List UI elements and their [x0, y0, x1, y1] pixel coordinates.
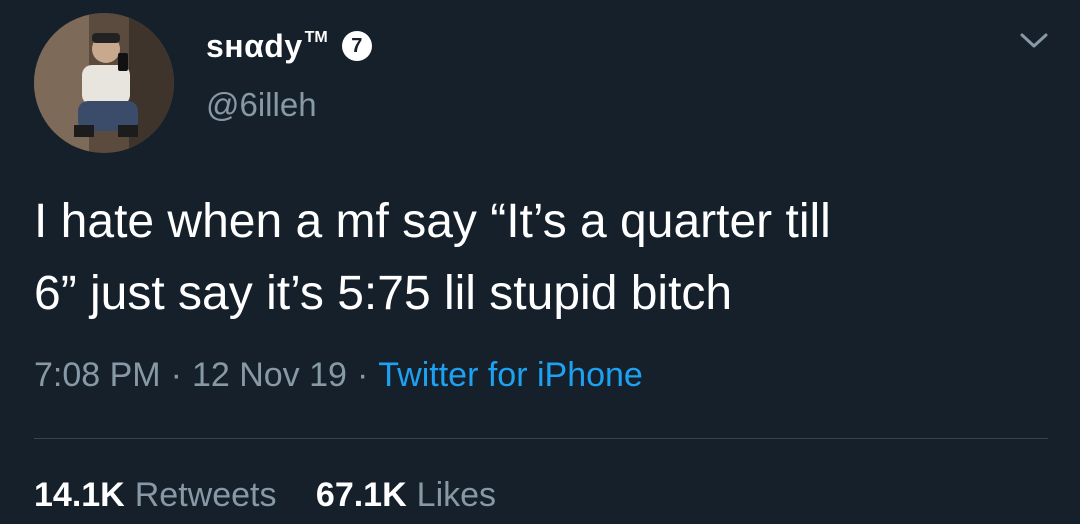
retweets-count: 14.1K — [34, 476, 125, 514]
tweet-date[interactable]: 12 Nov 19 — [192, 356, 347, 394]
retweets-stat[interactable]: 14.1K Retweets — [34, 476, 276, 515]
meta-separator: · — [356, 356, 369, 394]
likes-stat[interactable]: 67.1K Likes — [316, 476, 496, 515]
number-badge: 7 — [341, 31, 372, 61]
meta-separator: · — [170, 356, 182, 394]
likes-label: Likes — [416, 476, 497, 514]
likes-count: 67.1K — [315, 476, 407, 514]
tweet-text-line: I hate when a mf say “It’s a quarter til… — [34, 195, 831, 248]
tweet-text-line: 6” just say it’s 5:75 lil stupid bitch — [34, 267, 733, 320]
chevron-down-icon — [1020, 33, 1048, 48]
tweet-text: I hate when a mf say “It’s a quarter til… — [34, 186, 1054, 330]
tweet-meta: 7:08 PM · 12 Nov 19 · Twitter for iPhone — [34, 356, 643, 395]
avatar[interactable] — [34, 13, 174, 153]
tweet-time[interactable]: 7:08 PM — [34, 356, 161, 394]
retweets-label: Retweets — [134, 476, 277, 514]
trademark-superscript: TM — [304, 29, 328, 46]
divider — [34, 438, 1048, 439]
avatar-photo — [34, 13, 174, 153]
tweet-card: sнαdу TM 7 @6illeh I hate when a mf say … — [0, 0, 1080, 524]
tweet-menu-button[interactable] — [1016, 26, 1052, 56]
user-handle[interactable]: @6illeh — [206, 86, 317, 124]
tweet-source-link[interactable]: Twitter for iPhone — [378, 356, 643, 394]
display-name[interactable]: sнαdу — [206, 28, 303, 65]
display-name-row: sнαdу TM 7 — [206, 26, 372, 66]
tweet-stats: 14.1K Retweets 67.1K Likes — [34, 476, 496, 515]
